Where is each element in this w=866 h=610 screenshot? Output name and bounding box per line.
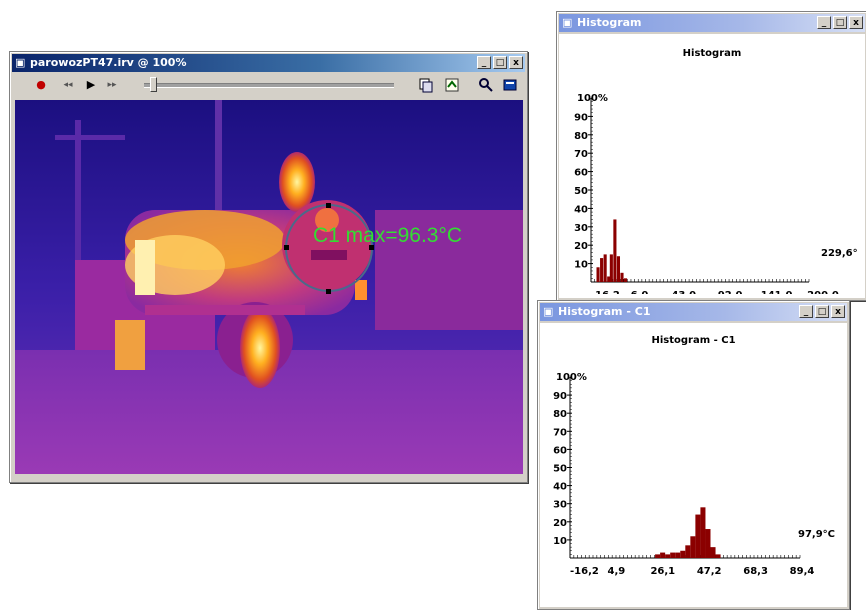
- y-tick-label: 60: [553, 445, 567, 456]
- y-tick-label: 20: [574, 241, 588, 252]
- y-axis-label: 100%: [556, 372, 587, 383]
- histogram-c1-window: ▣ Histogram - C1 _ □ x Histogram - C1 10…: [537, 300, 850, 610]
- histogram-bar: [600, 258, 604, 282]
- minimize-button[interactable]: _: [817, 16, 831, 29]
- histogram-bar: [620, 272, 624, 282]
- x-tick-label: 26,1: [650, 566, 675, 577]
- histogram-bar: [700, 507, 706, 558]
- zoom-icon[interactable]: [478, 77, 494, 93]
- play-button[interactable]: ▶: [84, 77, 98, 93]
- histogram-c1-chart: 100% 90 80 70 60 50 40 30 20 10 -16,2 4,9 26,1 47,2 68…: [553, 372, 835, 577]
- x-tick-label: 141,0: [761, 290, 793, 294]
- histogram-bar: [660, 552, 666, 558]
- histogram-bar: [609, 254, 613, 282]
- app-icon: ▣: [15, 56, 26, 69]
- y-tick-label: 90: [574, 112, 588, 123]
- histogram-c1-chart-area: Histogram - C1 100% 90 80 70 60 50 40 30 20 10 -16…: [540, 323, 847, 607]
- max-value-label: 97,9°C: [798, 529, 835, 540]
- thermal-window-titlebar[interactable]: ▣ parowozPT47.irv @ 100% _ □ x: [12, 54, 525, 72]
- y-tick-label: 70: [574, 149, 588, 160]
- y-tick-label: 60: [574, 168, 588, 179]
- close-button[interactable]: x: [831, 305, 845, 318]
- y-tick-label: 80: [553, 409, 567, 420]
- histogram-window: ▣ Histogram _ □ x Histogram 100% 90 80 70 60…: [556, 11, 866, 301]
- x-tick-label: 92,0: [718, 290, 743, 294]
- maximize-button[interactable]: □: [833, 16, 847, 29]
- measurement-circle[interactable]: [281, 200, 377, 296]
- y-tick-label: 30: [574, 223, 588, 234]
- app-icon: ▣: [543, 305, 554, 318]
- measurement-label: C1 max=96.3°C: [313, 224, 463, 247]
- y-tick-label: 30: [553, 500, 567, 511]
- histogram-bar: [607, 276, 611, 282]
- export-icon[interactable]: [444, 77, 460, 93]
- copy-icon[interactable]: [418, 77, 434, 93]
- histogram-bar: [675, 552, 681, 558]
- close-button[interactable]: x: [509, 56, 523, 69]
- y-tick-label: 90: [553, 391, 567, 402]
- histogram-bar: [715, 554, 721, 558]
- max-value-label: 229,6°: [821, 248, 858, 259]
- x-tick-label: -16,2: [570, 566, 599, 577]
- settings-icon[interactable]: [502, 77, 518, 93]
- y-tick-label: 80: [574, 131, 588, 142]
- maximize-button[interactable]: □: [493, 56, 507, 69]
- x-tick-label: 47,2: [697, 566, 722, 577]
- thermal-image[interactable]: C1 max=96.3°C: [15, 100, 523, 474]
- player-toolbar: ● ◂◂ ▶ ▸▸: [12, 74, 525, 96]
- x-tick-label: -16,2: [591, 290, 620, 294]
- histogram-chart-area: Histogram 100%908070605040302010-16,2-6,…: [559, 34, 865, 298]
- y-tick-label: 40: [553, 482, 567, 493]
- histogram-bar: [680, 550, 686, 558]
- histogram-bar: [670, 552, 676, 558]
- x-tick-label: -6,0: [626, 290, 648, 294]
- minimize-button[interactable]: _: [477, 56, 491, 69]
- histogram-bar: [690, 536, 696, 558]
- histogram-bar: [685, 545, 691, 558]
- y-tick-label: 40: [574, 204, 588, 215]
- histogram-window-titlebar[interactable]: ▣ Histogram _ □ x: [559, 14, 865, 32]
- y-tick-label: 50: [553, 464, 567, 475]
- record-button[interactable]: ●: [34, 77, 48, 93]
- x-tick-label: 68,3: [743, 566, 768, 577]
- timeline-slider[interactable]: [144, 83, 394, 88]
- y-tick-label: 50: [574, 186, 588, 197]
- x-tick-label: 4,9: [608, 566, 626, 577]
- x-tick-label: 89,4: [790, 566, 815, 577]
- minimize-button[interactable]: _: [799, 305, 813, 318]
- thermal-image-window: ▣ parowozPT47.irv @ 100% _ □ x ● ◂◂ ▶ ▸▸: [9, 51, 528, 483]
- app-icon: ▣: [562, 16, 573, 29]
- histogram-bar: [695, 514, 701, 558]
- histogram-bar: [616, 256, 621, 282]
- histogram-window-title: Histogram: [577, 16, 642, 29]
- x-tick-label: 200,0: [807, 290, 839, 294]
- y-tick-label: 70: [553, 427, 567, 438]
- histogram-c1-window-title: Histogram - C1: [558, 305, 651, 318]
- histogram-bar: [613, 219, 617, 282]
- y-tick-label: 20: [553, 518, 567, 529]
- histogram-bar: [623, 278, 628, 282]
- rewind-button[interactable]: ◂◂: [60, 77, 76, 93]
- y-tick-label: 10: [553, 536, 567, 547]
- maximize-button[interactable]: □: [815, 305, 829, 318]
- histogram-bar: [655, 554, 661, 558]
- fast-forward-button[interactable]: ▸▸: [104, 77, 120, 93]
- histogram-bar: [710, 547, 716, 558]
- y-axis-label: 100%: [577, 93, 608, 104]
- histogram-bar: [596, 267, 600, 282]
- histogram-bar: [603, 254, 607, 282]
- histogram-bar: [665, 554, 671, 558]
- histogram-bar: [705, 529, 711, 558]
- histogram-c1-window-titlebar[interactable]: ▣ Histogram - C1 _ □ x: [540, 303, 847, 321]
- y-tick-label: 10: [574, 260, 588, 271]
- x-tick-label: 43,0: [671, 290, 696, 294]
- histogram-chart: 100% 90 80 70 60 50 40 30 20 10 -16,2 -6,0 43,0 92,0 1…: [574, 93, 858, 294]
- close-button[interactable]: x: [849, 16, 863, 29]
- timeline-slider-thumb[interactable]: [150, 77, 157, 92]
- thermal-window-title: parowozPT47.irv @ 100%: [30, 56, 187, 69]
